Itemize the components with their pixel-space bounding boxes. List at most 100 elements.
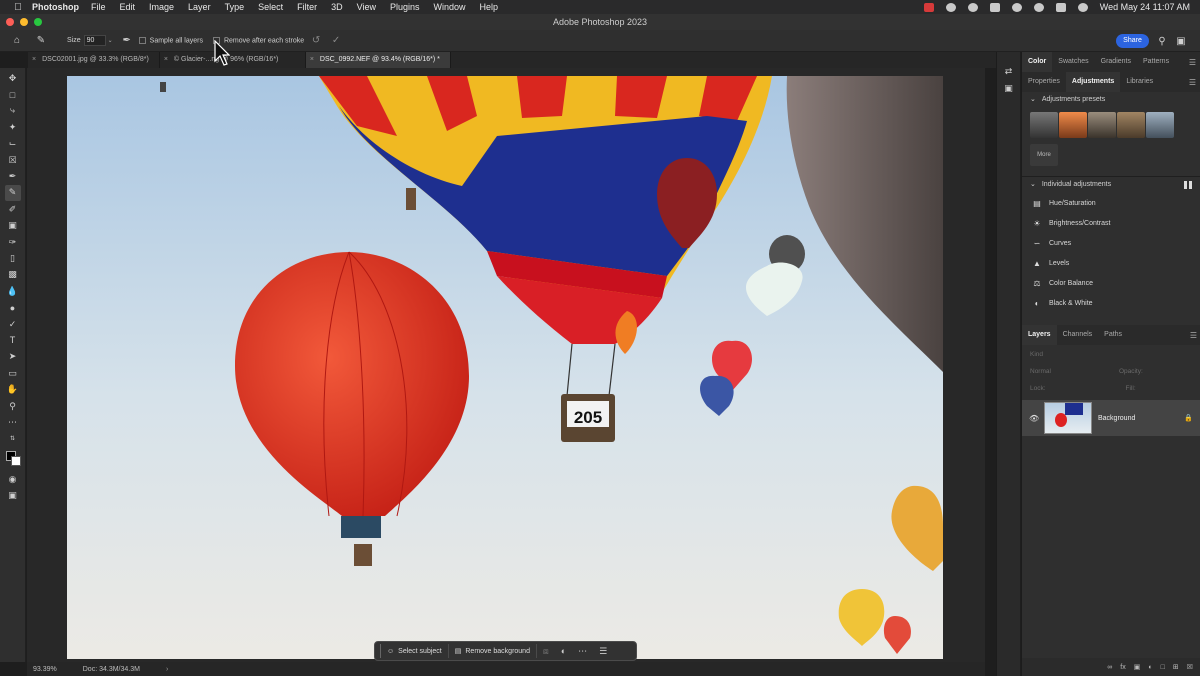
close-tab-icon[interactable]: ×: [32, 56, 36, 63]
blur-tool-icon[interactable]: 💧: [5, 283, 21, 299]
panel-menu-icon[interactable]: ☰: [1190, 331, 1197, 340]
sample-all-layers-checkbox[interactable]: Sample all layers: [138, 36, 203, 44]
more-tools-icon[interactable]: ⋯: [5, 414, 21, 430]
menu-filter[interactable]: Filter: [297, 2, 317, 12]
visibility-eye-icon[interactable]: 👁: [1029, 414, 1039, 423]
tab-paths[interactable]: Paths: [1098, 325, 1128, 345]
marquee-tool-icon[interactable]: □: [5, 86, 21, 102]
tab-patterns[interactable]: Patterns: [1137, 52, 1175, 72]
tab-layers[interactable]: Layers: [1022, 325, 1057, 345]
brush-settings-icon[interactable]: ✒: [119, 33, 135, 49]
lasso-tool-icon[interactable]: ⤷: [5, 103, 21, 119]
tab-swatches[interactable]: Swatches: [1052, 52, 1094, 72]
close-tab-icon[interactable]: ×: [164, 56, 168, 63]
adjustment-icon[interactable]: ◐: [555, 646, 572, 656]
search-icon[interactable]: [1033, 2, 1044, 12]
layer-background[interactable]: 👁 Background 🔒: [1022, 400, 1200, 436]
menu-type[interactable]: Type: [225, 2, 245, 12]
zoom-window-button[interactable]: [34, 18, 42, 26]
pen-tool-icon[interactable]: ✓: [5, 316, 21, 332]
trash-icon[interactable]: ☒: [1187, 663, 1193, 671]
eraser-tool-icon[interactable]: ▯: [5, 250, 21, 266]
more-options-icon[interactable]: ⋯: [572, 646, 593, 657]
adjustment-levels[interactable]: ▲ Levels: [1022, 253, 1200, 273]
menu-select[interactable]: Select: [258, 2, 283, 12]
tab-adjustments[interactable]: Adjustments: [1065, 72, 1121, 92]
menubar-clock[interactable]: Wed May 24 11:07 AM: [1100, 2, 1190, 12]
add-mask-icon[interactable]: ▣: [1134, 663, 1141, 671]
remove-background-button[interactable]: ▤ Remove background: [449, 644, 537, 658]
siri-icon[interactable]: [1077, 2, 1088, 12]
workspace-icon[interactable]: ▣: [1173, 33, 1189, 49]
undo-icon[interactable]: ↺: [308, 33, 324, 49]
panel-menu-icon[interactable]: ☰: [1189, 58, 1196, 67]
size-input[interactable]: 90: [83, 35, 106, 46]
close-window-button[interactable]: [6, 18, 14, 26]
tab-dsc-0992[interactable]: × DSC_0992.NEF @ 93.4% (RGB/16*) *: [305, 52, 451, 68]
gradient-tool-icon[interactable]: ▩: [5, 267, 21, 283]
preset-thumbnail[interactable]: [1088, 112, 1116, 138]
play-icon[interactable]: [967, 2, 978, 12]
settings-sliders-icon[interactable]: ☰: [593, 646, 613, 657]
adjustment-curves[interactable]: ∽ Curves: [1022, 233, 1200, 253]
clone-stamp-tool-icon[interactable]: ▣: [5, 218, 21, 234]
group-folder-icon[interactable]: □: [1161, 664, 1165, 671]
zoom-tool-icon[interactable]: ⚲: [5, 398, 21, 414]
history-brush-tool-icon[interactable]: ✑: [5, 234, 21, 250]
close-tab-icon[interactable]: ×: [310, 56, 314, 63]
app-menu[interactable]: Photoshop: [32, 2, 79, 12]
preset-thumbnail[interactable]: [1059, 112, 1087, 138]
transform-icon[interactable]: ⧈: [537, 646, 555, 657]
brush-tool-icon[interactable]: ✐: [5, 201, 21, 217]
checkmark-icon[interactable]: ✓: [328, 33, 344, 49]
type-tool-icon[interactable]: T: [5, 332, 21, 348]
frame-tool-icon[interactable]: ☒: [5, 152, 21, 168]
menu-image[interactable]: Image: [149, 2, 174, 12]
size-dropdown-icon[interactable]: ⌄: [108, 37, 113, 44]
menu-view[interactable]: View: [357, 2, 376, 12]
tab-dsc02001[interactable]: × DSC02001.jpg @ 33.3% (RGB/8*): [28, 52, 160, 68]
menu-3d[interactable]: 3D: [331, 2, 343, 12]
share-button[interactable]: Share: [1116, 34, 1149, 48]
tab-color[interactable]: Color: [1022, 52, 1053, 72]
tab-libraries[interactable]: Libraries: [1120, 72, 1159, 92]
adjustment-black-white[interactable]: ◐ Black & White: [1022, 293, 1200, 313]
screen-mode-icon[interactable]: ▣: [5, 487, 21, 503]
tab-gradients[interactable]: Gradients: [1095, 52, 1137, 72]
tab-properties[interactable]: Properties: [1022, 72, 1066, 92]
dodge-tool-icon[interactable]: ●: [5, 299, 21, 315]
search-icon[interactable]: ⚲: [1154, 33, 1170, 49]
home-icon[interactable]: ⌂: [9, 33, 25, 49]
remove-tool-icon[interactable]: ✎: [33, 33, 49, 49]
menu-file[interactable]: File: [91, 2, 106, 12]
wifi-icon[interactable]: [1011, 2, 1022, 12]
adjustment-presets-header[interactable]: ⌄ Adjustments presets: [1022, 92, 1200, 108]
background-color[interactable]: [10, 455, 21, 466]
minimize-window-button[interactable]: [20, 18, 28, 26]
recording-icon[interactable]: [923, 2, 934, 12]
adjustment-hue-saturation[interactable]: ▤ Hue/Saturation: [1022, 193, 1200, 213]
preset-thumbnail[interactable]: [1030, 112, 1058, 138]
menu-help[interactable]: Help: [480, 2, 499, 12]
adjustment-brightness-contrast[interactable]: ☀ Brightness/Contrast: [1022, 213, 1200, 233]
path-select-tool-icon[interactable]: ➤: [5, 349, 21, 365]
quick-mask-icon[interactable]: ◉: [5, 471, 21, 487]
status-arrow-icon[interactable]: ›: [166, 666, 168, 673]
kind-filter[interactable]: Kind: [1030, 351, 1043, 358]
menu-edit[interactable]: Edit: [120, 2, 136, 12]
menu-layer[interactable]: Layer: [188, 2, 211, 12]
zoom-level[interactable]: 93.39%: [33, 666, 57, 673]
move-tool-icon[interactable]: ✥: [5, 70, 21, 86]
object-select-tool-icon[interactable]: ✦: [5, 119, 21, 135]
rectangle-tool-icon[interactable]: ▭: [5, 365, 21, 381]
tab-glacier[interactable]: × © Glacier-...ng @ 96% (RGB/16*): [160, 52, 306, 68]
new-layer-icon[interactable]: ⊞: [1173, 663, 1179, 671]
individual-adjustments-header[interactable]: ⌄ Individual adjustments: [1022, 177, 1200, 193]
remove-tool-icon[interactable]: ✎: [4, 184, 21, 202]
adjustment-color-balance[interactable]: ⚖ Color Balance: [1022, 273, 1200, 293]
select-subject-button[interactable]: ☺ Select subject: [381, 644, 449, 658]
blend-mode-select[interactable]: Normal: [1030, 368, 1051, 375]
hand-tool-icon[interactable]: ✋: [5, 381, 21, 397]
grid-view-icon[interactable]: [1184, 181, 1192, 189]
panel-menu-icon[interactable]: ☰: [1189, 78, 1196, 87]
